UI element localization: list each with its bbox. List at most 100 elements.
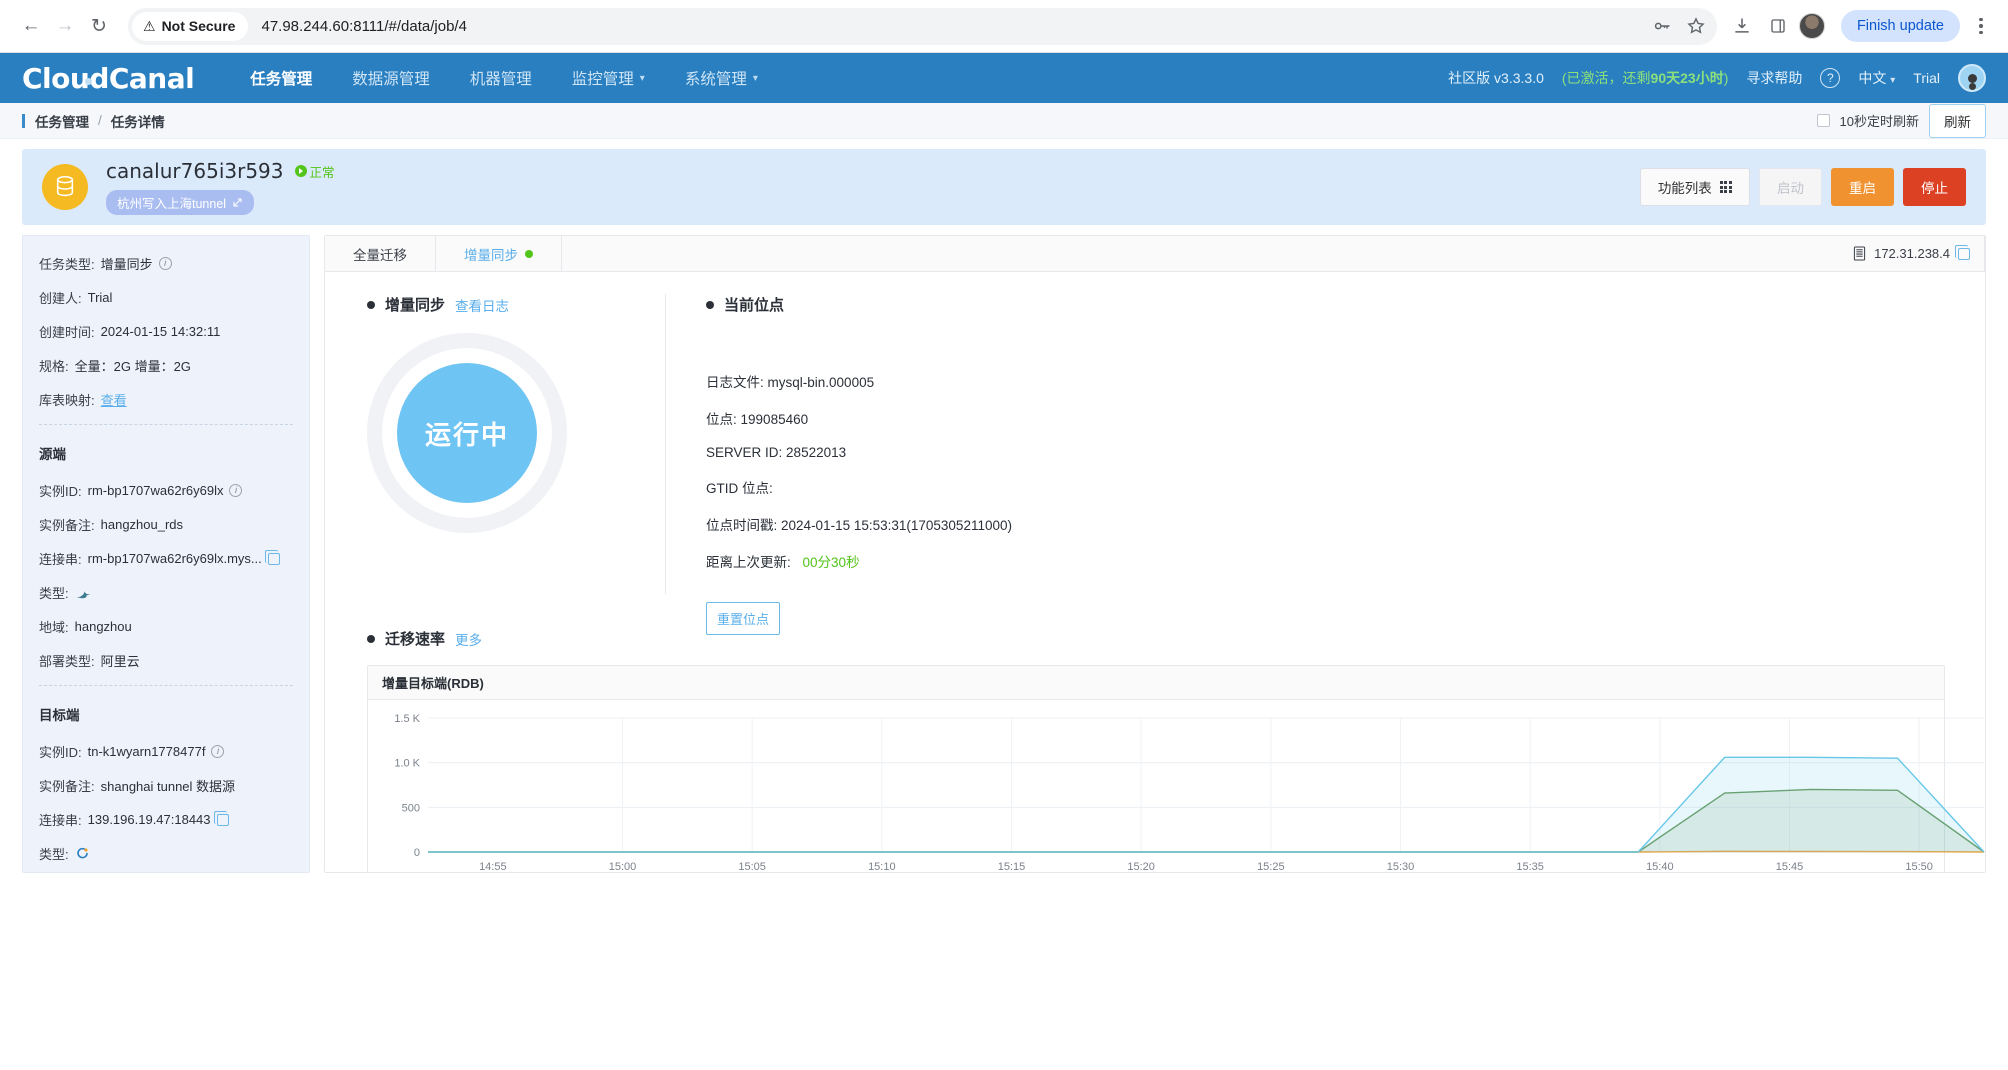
- chart-x-tick-label: 15:15: [998, 861, 1026, 872]
- back-arrow-icon[interactable]: ←: [14, 9, 48, 43]
- reset-position-button[interactable]: 重置位点: [706, 602, 781, 635]
- chart-x-tick-label: 15:05: [738, 861, 766, 872]
- tab-incremental-sync[interactable]: 增量同步: [436, 236, 562, 271]
- downloads-icon[interactable]: [1727, 11, 1757, 41]
- node-ip-chip: 172.31.238.4: [1853, 244, 1970, 261]
- auto-refresh-checkbox[interactable]: [1816, 114, 1830, 127]
- detail-row-creator: 创建人: Trial: [39, 288, 293, 307]
- position-value: 2024-01-15 15:53:31(1705305211000): [781, 518, 1012, 533]
- chrome-menu-icon[interactable]: [1968, 17, 1994, 35]
- node-ip-label: 172.31.238.4: [1874, 246, 1950, 261]
- not-secure-badge[interactable]: ⚠ Not Secure: [132, 11, 249, 41]
- nav-label: 数据源管理: [352, 71, 430, 88]
- incremental-sync-body: 增量同步 查看日志 运行中 当前位点 日志文件: mysql-bin.00000…: [325, 272, 1985, 872]
- password-key-icon[interactable]: [1647, 11, 1677, 41]
- stop-button[interactable]: 停止: [1903, 168, 1966, 206]
- incremental-status-block: 增量同步 查看日志 运行中: [325, 294, 625, 622]
- detail-value: 139.196.19.47:18443: [87, 812, 211, 827]
- position-value: 199085460: [740, 412, 809, 427]
- chart-x-tick-label: 15:50: [1905, 861, 1933, 872]
- view-mapping-link[interactable]: 查看: [101, 390, 127, 409]
- not-secure-label: Not Secure: [161, 18, 236, 34]
- play-icon: [294, 165, 307, 177]
- nav-item-machine-management[interactable]: 机器管理: [470, 67, 532, 89]
- rate-chart-svg[interactable]: 0 500 1.0 K 1.5 K 14:55 15:00 15:05 15:10 15:15 1…: [384, 710, 1985, 872]
- copy-icon[interactable]: [1955, 244, 1970, 260]
- language-selector[interactable]: 中文 ▾: [1858, 68, 1895, 88]
- help-link[interactable]: 寻求帮助: [1746, 68, 1802, 88]
- refresh-button[interactable]: 刷新: [1929, 103, 1986, 138]
- restart-button[interactable]: 重启: [1831, 168, 1894, 206]
- info-icon[interactable]: i: [211, 745, 225, 758]
- section-bullet-icon: [367, 300, 375, 309]
- detail-label: 类型:: [39, 586, 69, 601]
- job-name: canalur765i3r593: [106, 159, 284, 183]
- detail-value: 阿里云: [100, 654, 140, 669]
- source-section-title: 源端: [39, 447, 66, 462]
- detail-label: 实例备注:: [39, 518, 95, 533]
- chart-y-tick-label: 1.0 K: [394, 758, 420, 770]
- position-list: 日志文件: mysql-bin.000005 位点: 199085460 SER…: [706, 371, 1985, 635]
- more-link[interactable]: 更多: [455, 629, 482, 649]
- source-connection-string: 连接串: rm-bp1707wa62r6y69lx.mys...: [39, 549, 293, 568]
- migration-rate-section: 迁移速率 更多 增量目标端(RDB) 0 500 1.0 K 1.5 K 14:55 15…: [325, 628, 1985, 872]
- tab-label: 增量同步: [464, 247, 518, 263]
- browser-toolbar: ← → ↻ ⚠ Not Secure 47.98.244.60:8111/#/d…: [0, 0, 2008, 53]
- target-section-title: 目标端: [39, 708, 80, 723]
- detail-value: rm-bp1707wa62r6y69lx.mys...: [87, 551, 262, 566]
- breadcrumb-root[interactable]: 任务管理: [35, 111, 89, 131]
- avatar[interactable]: [1958, 64, 1986, 92]
- tab-full-migration[interactable]: 全量迁移: [325, 236, 436, 271]
- tab-bar: 全量迁移 增量同步 172.31.238.4: [325, 236, 1985, 272]
- nav-item-datasource-management[interactable]: 数据源管理: [352, 67, 430, 89]
- current-position-block: 当前位点 日志文件: mysql-bin.000005 位点: 19908546…: [666, 294, 1985, 635]
- edit-icon: [233, 198, 242, 207]
- copy-icon[interactable]: [264, 549, 280, 565]
- job-summary-card: canalur765i3r593 正常 杭州写入上海tunnel 功能列表 启动…: [22, 149, 1986, 225]
- copy-icon[interactable]: [213, 810, 229, 826]
- detail-value: hangzhou: [74, 619, 132, 634]
- detail-row-spec: 规格: 全量：2G 增量：2G: [39, 356, 293, 375]
- license-days: 90天23小时: [1650, 70, 1724, 86]
- info-icon[interactable]: i: [229, 484, 243, 497]
- target-instance-note: 实例备注: shanghai tunnel 数据源: [39, 776, 293, 795]
- section-title-text: 增量同步: [385, 297, 446, 314]
- section-title-text: 当前位点: [724, 297, 785, 314]
- forward-arrow-icon[interactable]: →: [48, 9, 82, 43]
- url-text[interactable]: 47.98.244.60:8111/#/data/job/4: [261, 18, 466, 35]
- logo-text: CloudCanal: [22, 61, 195, 95]
- bookmark-star-icon[interactable]: [1681, 11, 1711, 41]
- detail-label: 地域:: [39, 620, 69, 635]
- detail-row-create-time: 创建时间: 2024-01-15 14:32:11: [39, 322, 293, 341]
- position-row-gtid: GTID 位点:: [706, 477, 1985, 497]
- reload-icon[interactable]: ↻: [82, 9, 116, 43]
- side-panel-icon[interactable]: [1763, 11, 1793, 41]
- chart-plot-area: 0 500 1.0 K 1.5 K 14:55 15:00 15:05 15:10 15:15 1…: [368, 700, 1985, 872]
- chart-x-tick-label: 15:10: [868, 861, 896, 872]
- address-bar[interactable]: ⚠ Not Secure 47.98.244.60:8111/#/data/jo…: [128, 7, 1717, 45]
- start-button[interactable]: 启动: [1759, 168, 1822, 206]
- auto-refresh-label[interactable]: 10秒定时刷新: [1840, 111, 1919, 130]
- info-icon[interactable]: i: [158, 257, 172, 270]
- function-list-button[interactable]: 功能列表: [1639, 168, 1750, 206]
- position-value: mysql-bin.000005: [767, 375, 875, 390]
- question-mark-icon[interactable]: ?: [1820, 68, 1841, 88]
- nav-item-task-management[interactable]: 任务管理: [250, 67, 312, 89]
- browser-profile-avatar[interactable]: [1798, 13, 1825, 39]
- cloudcanal-logo[interactable]: CloudCanal: [22, 61, 195, 95]
- view-log-link[interactable]: 查看日志: [455, 295, 509, 315]
- nav-item-monitor-management[interactable]: 监控管理 ▾: [572, 67, 645, 89]
- user-name[interactable]: Trial: [1913, 70, 1940, 86]
- nav-item-system-management[interactable]: 系统管理 ▾: [685, 67, 758, 89]
- detail-value: hangzhou_rds: [100, 517, 184, 532]
- position-row-last-update: 距离上次更新: 00分30秒: [706, 551, 1985, 571]
- cloudcanal-mark-icon: [75, 846, 90, 861]
- grid-icon: [1719, 180, 1732, 194]
- detail-label: 任务类型:: [39, 257, 95, 272]
- detail-label: 类型:: [39, 847, 69, 862]
- tunnel-tag[interactable]: 杭州写入上海tunnel: [106, 190, 255, 215]
- job-main-panel: 全量迁移 增量同步 172.31.238.4 增量同步 查看日志 运行中 当前位…: [324, 235, 1986, 873]
- detail-label: 实例ID:: [39, 745, 82, 760]
- detail-label: 实例备注:: [39, 779, 95, 794]
- finish-update-button[interactable]: Finish update: [1840, 10, 1960, 42]
